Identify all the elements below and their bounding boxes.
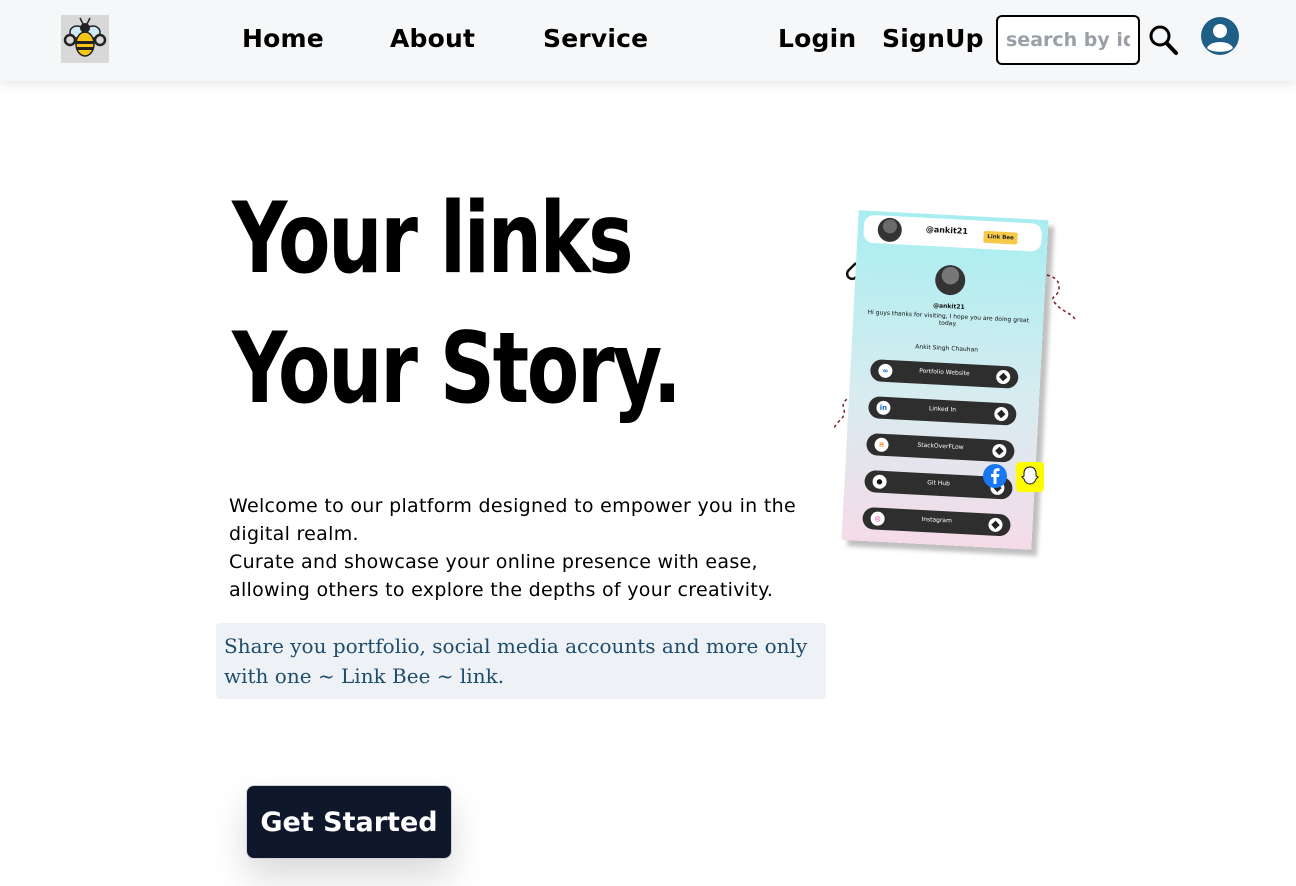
- search-icon: [1149, 25, 1178, 55]
- profile-button[interactable]: [1199, 15, 1241, 57]
- login-link[interactable]: Login: [778, 24, 856, 53]
- search-button[interactable]: [1148, 23, 1180, 57]
- mockup-username: @ankit21: [925, 224, 969, 236]
- navbar: Home About Service Login SignUp: [0, 0, 1296, 81]
- facebook-icon: [983, 464, 1007, 488]
- user-circle-icon: [1201, 17, 1239, 55]
- bee-icon: [63, 17, 107, 57]
- nav-home[interactable]: Home: [242, 24, 324, 53]
- mockup-badge: Link Bee: [983, 230, 1018, 245]
- hero-title-line-2: Your Story.: [232, 312, 682, 426]
- arrow-icon: [988, 517, 1003, 533]
- bee-logo[interactable]: [61, 15, 109, 63]
- snapchat-icon: [1016, 462, 1044, 492]
- mockup-link-row: in Linked In: [867, 396, 1017, 426]
- arrow-icon: [993, 406, 1009, 422]
- signup-link[interactable]: SignUp: [882, 24, 984, 53]
- hero-title-line-1: Your links: [232, 182, 634, 296]
- mockup-link-row: ≡ StackOverFLow: [865, 432, 1015, 463]
- mockup-link-row: ∞ Portfolio Website: [869, 359, 1019, 389]
- phone-screen: @ankit21 Link Bee @ankit21 Hi guys thank…: [841, 210, 1049, 550]
- phone-mockup: @ankit21 Link Bee @ankit21 Hi guys thank…: [841, 210, 1049, 550]
- mockup-avatar: [877, 217, 903, 243]
- description-paragraph: Curate and showcase your online presence…: [229, 551, 774, 601]
- arrow-icon: [995, 369, 1011, 385]
- mockup-profile-photo: [934, 264, 966, 296]
- mockup-name: Ankit Singh Chauhan: [915, 343, 979, 354]
- hero-description: Welcome to our platform designed to empo…: [229, 492, 839, 604]
- description-paragraph: Welcome to our platform designed to empo…: [229, 495, 796, 545]
- get-started-button[interactable]: Get Started: [246, 785, 452, 859]
- mockup-link-row: ◎ Instagram: [862, 506, 1012, 537]
- mockup-header: @ankit21 Link Bee: [863, 214, 1043, 252]
- nav-service[interactable]: Service: [543, 24, 648, 53]
- info-note: Share you portfolio, social media accoun…: [216, 623, 826, 699]
- search-input[interactable]: [996, 15, 1140, 65]
- nav-about[interactable]: About: [390, 24, 475, 53]
- arrow-icon: [992, 443, 1007, 459]
